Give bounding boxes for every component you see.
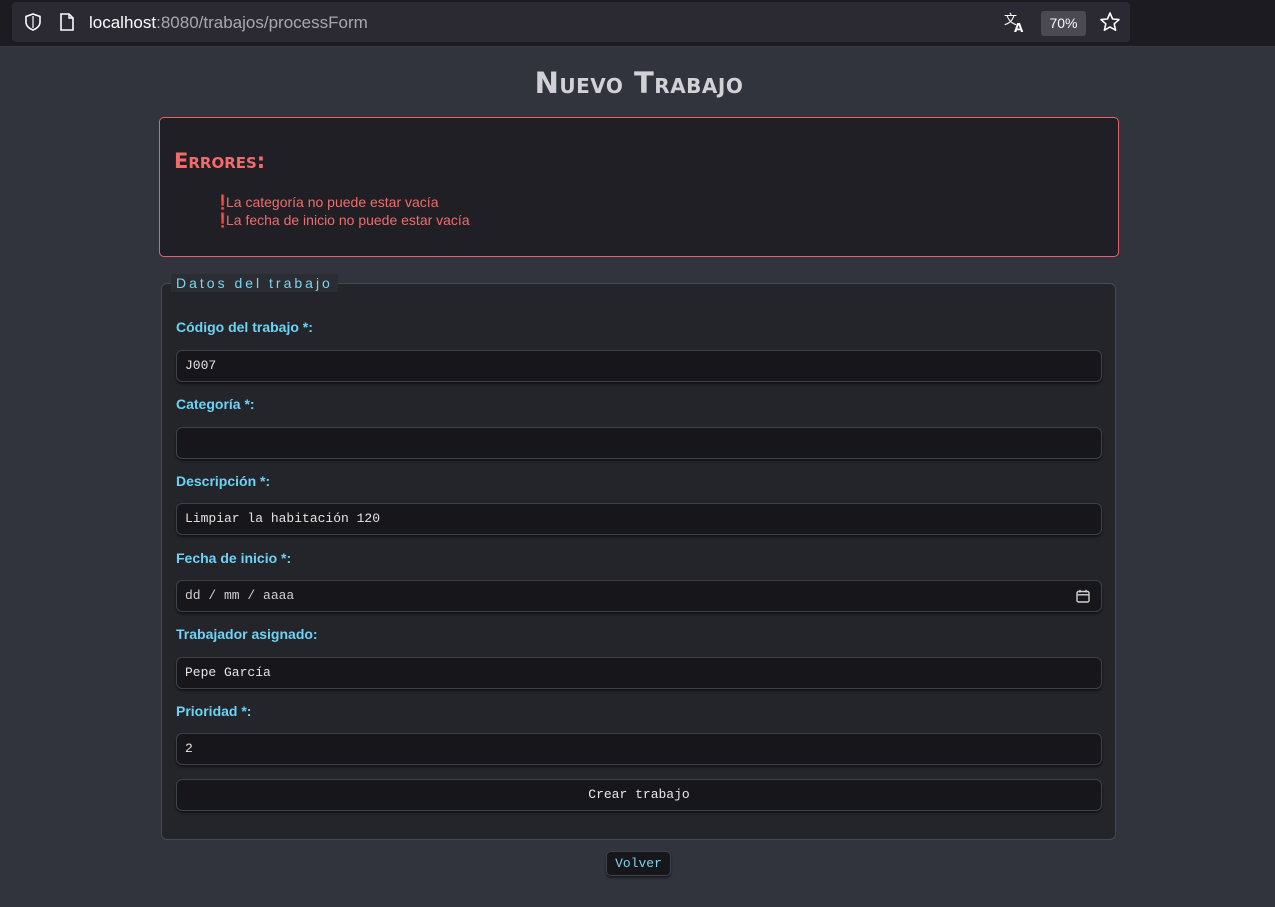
descripcion-input[interactable]: Limpiar la habitación 120 [176, 503, 1102, 535]
fecha-label: Fecha de inicio *: [176, 550, 292, 566]
fecha-input[interactable]: dd / mm / aaaa [176, 580, 1102, 612]
zoom-level[interactable]: 70% [1041, 11, 1086, 36]
descripcion-label: Descripción *: [176, 473, 271, 489]
codigo-value: J007 [185, 358, 217, 373]
prioridad-label: Prioridad *: [176, 703, 252, 719]
error-box: Errores: ❗La categoría no puede estar va… [159, 117, 1119, 257]
calendar-icon[interactable] [1076, 589, 1090, 603]
error-list: ❗La categoría no puede estar vacía ❗La f… [214, 193, 470, 229]
codigo-input[interactable]: J007 [176, 350, 1102, 382]
exclamation-icon: ❗ [214, 212, 232, 228]
error-text: La fecha de inicio no puede estar vacía [226, 212, 470, 228]
error-item: ❗La fecha de inicio no puede estar vacía [214, 211, 470, 229]
prioridad-value: 2 [185, 741, 193, 756]
descripcion-value: Limpiar la habitación 120 [185, 511, 381, 526]
url-text[interactable]: localhost:8080/trabajos/processForm [89, 13, 368, 33]
trabajador-value: Pepe García [185, 665, 271, 680]
categoria-input[interactable] [176, 427, 1102, 459]
error-heading: Errores: [174, 149, 266, 173]
error-item: ❗La categoría no puede estar vacía [214, 193, 470, 211]
codigo-label: Código del trabajo *: [176, 319, 313, 335]
page-title: Nuevo Trabajo [534, 66, 744, 100]
star-icon[interactable] [1099, 11, 1121, 33]
fecha-placeholder: dd / mm / aaaa [185, 588, 295, 603]
create-job-button[interactable]: Crear trabajo [176, 779, 1102, 811]
svg-text:A: A [1014, 21, 1024, 33]
prioridad-input[interactable]: 2 [176, 733, 1102, 765]
translate-icon[interactable]: 文 A [1004, 11, 1026, 33]
page-icon[interactable] [59, 13, 75, 31]
back-button[interactable]: Volver [606, 851, 671, 876]
browser-toolbar: localhost:8080/trabajos/processForm 文 A … [0, 0, 1275, 47]
url-host: localhost [89, 13, 157, 32]
categoria-label: Categoría *: [176, 396, 255, 412]
url-path: :8080/trabajos/processForm [156, 13, 368, 32]
fieldset-legend: Datos del trabajo [171, 274, 338, 292]
shield-icon[interactable] [23, 12, 43, 32]
error-text: La categoría no puede estar vacía [226, 194, 439, 210]
exclamation-icon: ❗ [214, 194, 232, 210]
address-bar[interactable]: localhost:8080/trabajos/processForm 文 A … [12, 2, 1130, 42]
trabajador-input[interactable]: Pepe García [176, 657, 1102, 689]
trabajador-label: Trabajador asignado: [176, 626, 318, 642]
